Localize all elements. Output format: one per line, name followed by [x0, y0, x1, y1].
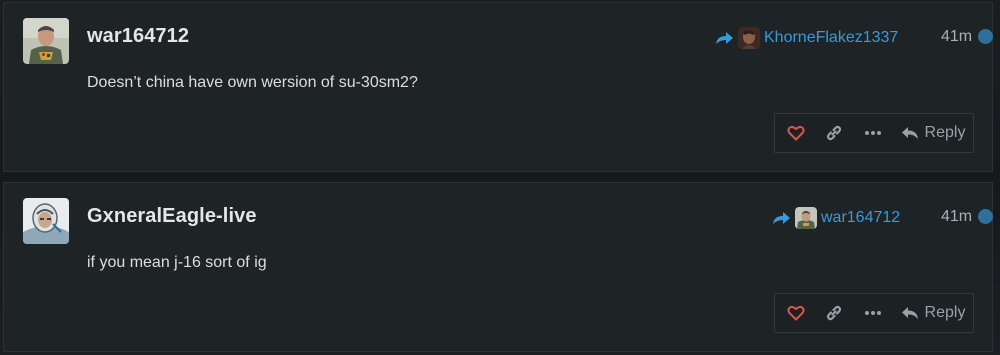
copy-link-button[interactable] [819, 294, 849, 332]
reply-arrow-icon [714, 30, 734, 46]
post-timestamp[interactable]: 41m [941, 208, 972, 226]
reply-to-username: war164712 [821, 209, 901, 226]
post-author[interactable]: war164712 [87, 25, 189, 48]
ellipsis-icon [864, 310, 882, 316]
reply-to-username: KhorneFlakez1337 [764, 29, 899, 46]
link-icon [825, 124, 843, 142]
post-body: if you mean j-16 sort of ig [87, 254, 267, 271]
reply-to-indicator[interactable]: KhorneFlakez1337 [714, 27, 898, 49]
reply-icon [901, 306, 919, 320]
heart-icon [787, 125, 805, 141]
like-button[interactable] [781, 294, 811, 332]
more-options-button[interactable] [858, 114, 888, 152]
avatar[interactable] [23, 18, 69, 64]
unread-indicator [978, 29, 993, 44]
topic-page: war164712 KhorneFlakez1337 41m Doesn’t c… [0, 0, 1000, 355]
reply-to-avatar [738, 27, 760, 49]
reply-label: Reply [924, 124, 966, 141]
copy-link-button[interactable] [819, 114, 849, 152]
reply-icon [901, 126, 919, 140]
ellipsis-icon [864, 130, 882, 136]
post: GxneralEagle-live war164712 41m if you m… [3, 182, 993, 352]
like-button[interactable] [781, 114, 811, 152]
post-actions: Reply [774, 113, 974, 153]
reply-button[interactable]: Reply [897, 294, 969, 332]
link-icon [825, 304, 843, 322]
reply-to-avatar [795, 207, 817, 229]
post-actions: Reply [774, 293, 974, 333]
post-author[interactable]: GxneralEagle-live [87, 205, 257, 228]
more-options-button[interactable] [858, 294, 888, 332]
post-body: Doesn’t china have own wersion of su-30s… [87, 74, 418, 91]
unread-indicator [978, 209, 993, 224]
reply-label: Reply [924, 304, 966, 321]
heart-icon [787, 305, 805, 321]
reply-arrow-icon [771, 210, 791, 226]
post: war164712 KhorneFlakez1337 41m Doesn’t c… [3, 2, 993, 172]
avatar[interactable] [23, 198, 69, 244]
post-timestamp[interactable]: 41m [941, 28, 972, 46]
reply-button[interactable]: Reply [897, 114, 969, 152]
reply-to-indicator[interactable]: war164712 [771, 207, 900, 229]
